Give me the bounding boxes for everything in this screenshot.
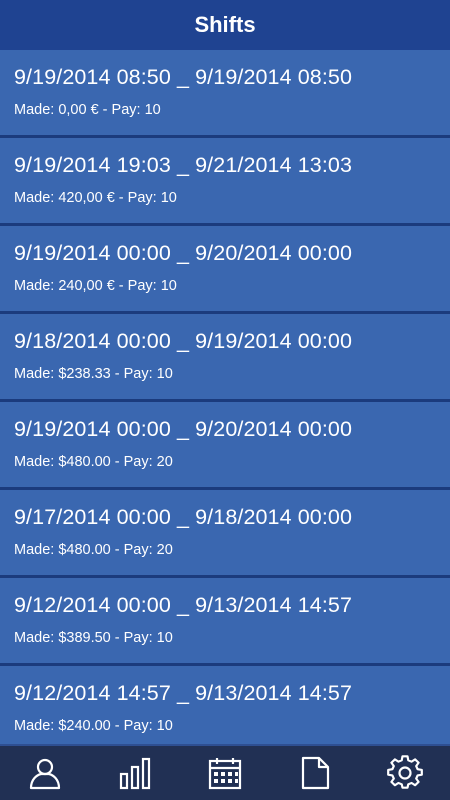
tab-profile[interactable] <box>15 747 75 799</box>
shift-row[interactable]: 9/19/2014 08:50 _ 9/19/2014 08:50 Made: … <box>0 50 450 135</box>
shift-summary: Made: 420,00 € - Pay: 10 <box>14 190 177 206</box>
shift-date-range: 9/18/2014 00:00 _ 9/19/2014 00:00 <box>14 329 353 353</box>
shift-row[interactable]: 9/19/2014 19:03 _ 9/21/2014 13:03 Made: … <box>0 138 450 223</box>
shift-summary: Made: $480.00 - Pay: 20 <box>14 454 173 470</box>
calendar-icon <box>208 758 242 790</box>
shift-list[interactable]: 9/19/2014 08:50 _ 9/19/2014 08:50 Made: … <box>0 50 450 744</box>
shift-date-range: 9/19/2014 19:03 _ 9/21/2014 13:03 <box>14 153 353 177</box>
app-header: Shifts <box>0 0 450 51</box>
tab-settings[interactable] <box>375 747 435 799</box>
shift-summary: Made: $480.00 - Pay: 20 <box>14 542 173 558</box>
shift-date-range: 9/12/2014 14:57 _ 9/13/2014 14:57 <box>14 681 353 705</box>
page-title: Shifts <box>194 12 256 37</box>
shift-summary: Made: 0,00 € - Pay: 10 <box>14 102 161 118</box>
shift-summary: Made: $240.00 - Pay: 10 <box>14 718 173 734</box>
tab-stats[interactable] <box>105 747 165 799</box>
shift-row[interactable]: 9/12/2014 14:57 _ 9/13/2014 14:57 Made: … <box>0 666 450 744</box>
document-icon <box>301 756 330 790</box>
shift-row[interactable]: 9/19/2014 00:00 _ 9/20/2014 00:00 Made: … <box>0 226 450 311</box>
shift-summary: Made: 240,00 € - Pay: 10 <box>14 278 177 294</box>
bar-chart-icon <box>119 757 151 790</box>
shift-date-range: 9/19/2014 00:00 _ 9/20/2014 00:00 <box>14 241 353 265</box>
shift-date-range: 9/17/2014 00:00 _ 9/18/2014 00:00 <box>14 505 353 529</box>
shift-date-range: 9/19/2014 00:00 _ 9/20/2014 00:00 <box>14 417 353 441</box>
tab-calendar[interactable] <box>195 747 255 799</box>
shift-row[interactable]: 9/17/2014 00:00 _ 9/18/2014 00:00 Made: … <box>0 490 450 575</box>
tab-reports[interactable] <box>285 747 345 799</box>
bottom-tab-bar <box>0 744 450 800</box>
shift-date-range: 9/19/2014 08:50 _ 9/19/2014 08:50 <box>14 65 353 89</box>
gear-icon <box>387 755 423 789</box>
shift-row[interactable]: 9/12/2014 00:00 _ 9/13/2014 14:57 Made: … <box>0 578 450 663</box>
shift-summary: Made: $389.50 - Pay: 10 <box>14 630 173 646</box>
shift-row[interactable]: 9/18/2014 00:00 _ 9/19/2014 00:00 Made: … <box>0 314 450 399</box>
shift-row[interactable]: 9/19/2014 00:00 _ 9/20/2014 00:00 Made: … <box>0 402 450 487</box>
shift-summary: Made: $238.33 - Pay: 10 <box>14 366 173 382</box>
user-icon <box>29 758 61 790</box>
shift-date-range: 9/12/2014 00:00 _ 9/13/2014 14:57 <box>14 593 353 617</box>
